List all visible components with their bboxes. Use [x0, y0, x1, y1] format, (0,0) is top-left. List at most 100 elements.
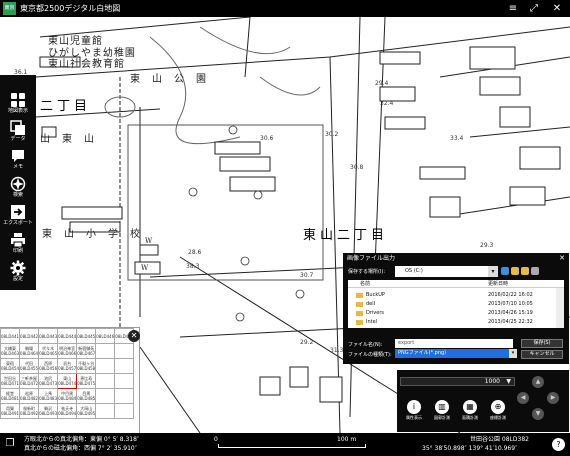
mesh-close-button[interactable]: ✕: [128, 330, 140, 342]
elevation-point: 29.2: [300, 339, 314, 346]
mesh-cell[interactable]: [114, 388, 135, 404]
help-button[interactable]: ?: [552, 438, 565, 451]
mesh-cell[interactable]: [95, 343, 116, 359]
elevation-point: 31.3: [330, 347, 344, 354]
file-row[interactable]: Intel 2013/04/25 22:32: [348, 318, 553, 327]
toolbar-memo[interactable]: メモ: [0, 146, 36, 174]
chevron-down-icon[interactable]: ▾: [488, 266, 498, 277]
menu-button[interactable]: ≡: [503, 0, 523, 17]
mesh-cell[interactable]: 初台08LD457: [57, 358, 78, 374]
file-row[interactable]: dell 2013/07/10 10:05: [348, 300, 553, 309]
mesh-cell[interactable]: 千駄ヶ谷08LD458: [76, 358, 97, 374]
toolbar-settings[interactable]: 設定: [0, 258, 36, 286]
mesh-cell[interactable]: 経堂08LD481: [0, 388, 21, 404]
mesh-cell[interactable]: 08LD446: [95, 328, 116, 344]
fullscreen-button[interactable]: ⤢: [524, 0, 544, 17]
mesh-cell[interactable]: 新宿御苑08LD467: [76, 343, 97, 359]
mesh-cell[interactable]: 08LD443: [38, 328, 59, 344]
mesh-cell[interactable]: 桜新町08LD492: [19, 403, 40, 419]
mesh-cell[interactable]: 大橋東08LD463: [0, 343, 21, 359]
toolbar-export[interactable]: エクスポート: [0, 202, 36, 230]
chevron-down-icon[interactable]: ▾: [509, 349, 517, 358]
map-book-icon[interactable]: ❐: [3, 437, 17, 451]
mesh-cell[interactable]: 東山08LD474: [57, 373, 78, 389]
mesh-cell[interactable]: [114, 403, 135, 419]
pan-up-button[interactable]: ▲: [532, 376, 544, 388]
pan-left-button[interactable]: ◀: [517, 392, 529, 404]
coordinate-measure-button[interactable]: ⊕ 座標計測: [485, 400, 511, 428]
mesh-cell[interactable]: 代々木08LD465: [38, 343, 59, 359]
cancel-button[interactable]: キャンセル: [521, 350, 563, 359]
mesh-cell[interactable]: 三軒茶屋08LD472: [19, 373, 40, 389]
new-folder-icon[interactable]: [521, 267, 529, 275]
mesh-cell[interactable]: [114, 343, 135, 359]
mesh-cell[interactable]: 上馬08LD483: [38, 388, 59, 404]
mesh-cell[interactable]: 08LD442: [19, 328, 40, 344]
mesh-cell[interactable]: 池尻08LD473: [38, 373, 59, 389]
pan-right-button[interactable]: ▶: [547, 392, 559, 404]
attribute-button[interactable]: i 属性表示: [401, 400, 427, 428]
file-row[interactable]: BuckUP 2016/02/22 16:02: [348, 291, 553, 300]
toolbar-label: データ: [10, 136, 26, 142]
mesh-cell[interactable]: 駒場08LD464: [19, 343, 40, 359]
current-coordinates: 35° 38′50.898″ 139° 41′10.969″: [422, 445, 518, 452]
mesh-cell[interactable]: [95, 373, 116, 389]
map-label-town: 東山二丁目: [303, 228, 389, 243]
filetype-select[interactable]: PNGファイル(*.png): [395, 349, 509, 358]
pan-down-button[interactable]: ▼: [532, 408, 544, 420]
column-name[interactable]: 名前: [360, 280, 370, 288]
column-date[interactable]: 更新日時: [488, 280, 508, 288]
mesh-cell[interactable]: [95, 403, 116, 419]
toolbar-search[interactable]: 検索: [0, 174, 36, 202]
scale-select[interactable]: 1000 ▼: [400, 377, 515, 386]
mesh-cell[interactable]: 代田08LD455: [19, 358, 40, 374]
grid-icon: [11, 93, 25, 107]
mesh-cell[interactable]: 世田谷08LD471: [0, 373, 21, 389]
frame-measure-button[interactable]: ▥ 図郭計測: [429, 400, 455, 428]
mesh-cell[interactable]: [95, 388, 116, 404]
save-button[interactable]: 保存(S): [521, 339, 563, 348]
mesh-cell[interactable]: 08LD441: [0, 328, 21, 344]
close-button[interactable]: ✕: [547, 0, 567, 17]
toolbar-map-display[interactable]: 地図表示: [0, 90, 36, 118]
elevation-point: 29.3: [480, 242, 494, 249]
toolbar-label: エクスポート: [3, 220, 33, 226]
location-select[interactable]: OS (C:): [395, 266, 497, 277]
location-label: 保存する場所(I):: [348, 269, 386, 275]
mesh-cell[interactable]: 松原08LD482: [19, 388, 40, 404]
frame-icon: ▥: [435, 400, 449, 414]
filename-input[interactable]: export: [395, 339, 513, 348]
scale-value: 1000: [484, 378, 500, 385]
folder-icon: [356, 302, 363, 307]
mesh-cell[interactable]: 大岡山08LD495: [76, 403, 97, 419]
control-label: 属性表示: [406, 415, 422, 420]
mesh-cell[interactable]: 明治神宮08LD466: [57, 343, 78, 359]
mesh-cell[interactable]: 08LD444: [57, 328, 78, 344]
filetype-label: ファイルの種類(T):: [348, 352, 392, 358]
toolbar-data[interactable]: データ: [0, 118, 36, 146]
mesh-cell[interactable]: 祐天寺08LD494: [57, 403, 78, 419]
file-list-scrollbar[interactable]: [556, 288, 564, 328]
mesh-cell[interactable]: 西原08LD456: [38, 358, 59, 374]
area-measure-button[interactable]: ▦ 面積計測: [457, 400, 483, 428]
mesh-cell[interactable]: 中目黒08LD484: [57, 388, 78, 404]
view-menu-icon[interactable]: [531, 267, 539, 275]
current-place: 世田谷公園 08LD382: [470, 436, 529, 443]
export-icon: [11, 205, 25, 219]
file-row[interactable]: Drivers 2013/04/26 15:19: [348, 309, 553, 318]
back-icon[interactable]: [501, 267, 509, 275]
gear-icon: [10, 260, 26, 276]
file-name: Intel: [366, 319, 378, 325]
mesh-cell[interactable]: [114, 373, 135, 389]
dialog-close-button[interactable]: ✕: [559, 253, 565, 264]
mesh-cell[interactable]: 08LD445: [76, 328, 97, 344]
toolbar-print[interactable]: 印刷: [0, 230, 36, 258]
mesh-cell[interactable]: [114, 358, 135, 374]
mesh-cell[interactable]: 用賀08LD491: [0, 403, 21, 419]
mesh-cell[interactable]: 東宿08LD454: [0, 358, 21, 374]
mesh-cell[interactable]: 恵比寿08LD475: [76, 373, 97, 389]
up-folder-icon[interactable]: [511, 267, 519, 275]
mesh-cell[interactable]: 駒沢08LD493: [38, 403, 59, 419]
mesh-cell[interactable]: 目黒08LD485: [76, 388, 97, 404]
mesh-cell[interactable]: [95, 358, 116, 374]
